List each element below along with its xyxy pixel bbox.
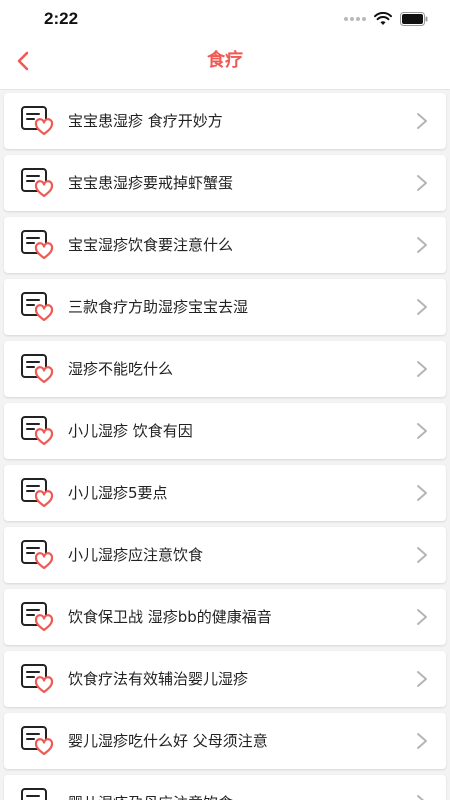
chevron-right-icon [417,423,427,439]
status-indicators [344,12,428,26]
chevron-right-icon [417,175,427,191]
list-item-label: 小儿湿疹5要点 [68,484,168,502]
chevron-right-icon [417,237,427,253]
battery-icon [400,12,428,26]
chevron-right-icon [417,795,425,800]
list-item-1[interactable]: 宝宝患湿疹 食疗开妙方 [4,93,446,149]
list-item-7[interactable]: 小儿湿疹5要点 [4,465,446,521]
chevron-right-icon [417,299,427,315]
navigation-bar: 食疗 [0,40,450,90]
list-item-label: 宝宝患湿疹 食疗开妙方 [68,112,223,130]
list-item-label: 小儿湿疹应注意饮食 [68,546,204,564]
list-item-5[interactable]: 湿疹不能吃什么 [4,341,446,397]
recipe-heart-icon [21,230,54,260]
wifi-icon [374,12,392,25]
status-time: 2:22 [44,9,79,28]
recipe-heart-icon [21,292,54,322]
chevron-right-icon [417,361,427,377]
recipe-heart-icon [21,416,54,446]
recipe-heart-icon [21,788,47,800]
list-item-label: 饮食保卫战 湿疹bb的健康福音 [68,608,272,626]
list-item-2[interactable]: 宝宝患湿疹要戒掉虾蟹蛋 [4,155,446,211]
list-item-label: 婴儿湿疹孕母应注意饮食 [68,775,233,800]
list-item-label: 小儿湿疹 饮食有因 [68,422,193,440]
list-item-12[interactable]: 婴儿湿疹孕母应注意饮食 [4,775,446,800]
list-item-11[interactable]: 婴儿湿疹吃什么好 父母须注意 [4,713,446,769]
recipe-heart-icon [21,664,54,694]
recipe-heart-icon [21,540,54,570]
list-item-4[interactable]: 三款食疗方助湿疹宝宝去湿 [4,279,446,335]
chevron-right-icon [417,113,427,129]
chevron-right-icon [417,609,427,625]
list-item-9[interactable]: 饮食保卫战 湿疹bb的健康福音 [4,589,446,645]
article-list: 宝宝患湿疹 食疗开妙方 宝宝患湿疹要戒掉虾蟹蛋 宝宝湿疹饮食要注意什么 三款食疗… [4,93,446,800]
recipe-heart-icon [21,602,54,632]
status-bar: 2:22 [0,0,450,40]
recipe-heart-icon [21,726,54,756]
list-item-6[interactable]: 小儿湿疹 饮食有因 [4,403,446,459]
list-item-10[interactable]: 饮食疗法有效辅治婴儿湿疹 [4,651,446,707]
list-item-3[interactable]: 宝宝湿疹饮食要注意什么 [4,217,446,273]
recipe-heart-icon [21,168,54,198]
list-item-label: 婴儿湿疹吃什么好 父母须注意 [68,732,268,750]
chevron-right-icon [417,485,427,501]
list-item-label: 饮食疗法有效辅治婴儿湿疹 [68,670,249,688]
recipe-heart-icon [21,106,54,136]
list-item-label: 宝宝湿疹饮食要注意什么 [68,236,234,254]
recipe-heart-icon [21,478,54,508]
chevron-right-icon [417,733,427,749]
list-item-label: 宝宝患湿疹要戒掉虾蟹蛋 [68,174,234,192]
chevron-right-icon [417,671,427,687]
list-item-label: 湿疹不能吃什么 [68,360,174,378]
list-item-8[interactable]: 小儿湿疹应注意饮食 [4,527,446,583]
page-title: 食疗 [207,50,243,71]
signal-icon [344,17,366,21]
list-item-label: 三款食疗方助湿疹宝宝去湿 [68,298,249,316]
recipe-heart-icon [21,354,54,384]
chevron-right-icon [417,547,427,563]
